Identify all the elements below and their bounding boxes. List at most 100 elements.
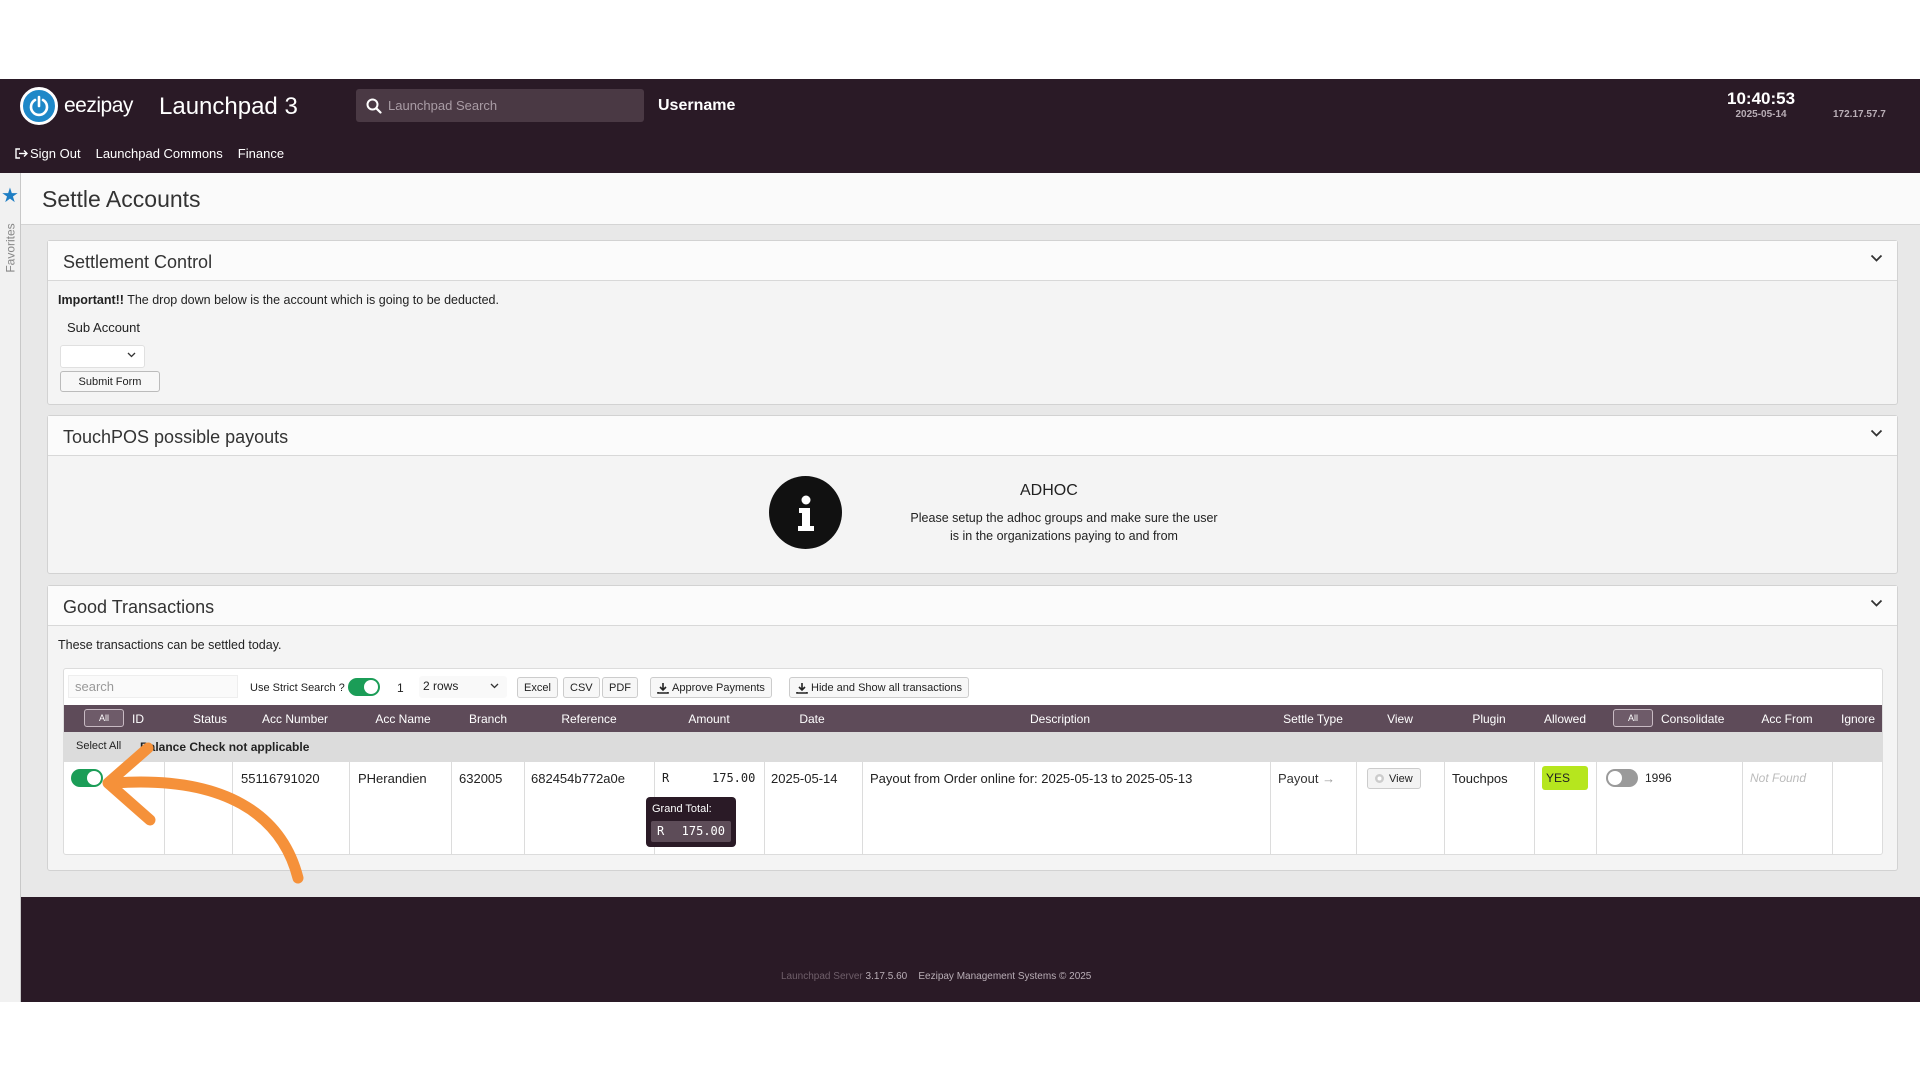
col-status[interactable]: Status: [180, 712, 240, 726]
export-excel-button[interactable]: Excel: [517, 677, 558, 698]
settle-type-label: Payout: [1278, 771, 1319, 786]
column-divider: [1270, 762, 1271, 854]
col-reference[interactable]: Reference: [524, 712, 654, 726]
launchpad-search-input[interactable]: [388, 98, 628, 113]
touchpos-panel: TouchPOS possible payouts ADHOC Please s…: [47, 415, 1898, 574]
col-view[interactable]: View: [1356, 712, 1444, 726]
export-csv-button[interactable]: CSV: [563, 677, 600, 698]
column-divider: [1444, 762, 1445, 854]
col-amount[interactable]: Amount: [654, 712, 764, 726]
col-settle-type[interactable]: Settle Type: [1270, 712, 1356, 726]
sign-out-icon: [15, 148, 28, 159]
chevron-down-icon[interactable]: [1870, 254, 1883, 263]
consolidate-all-pill[interactable]: All: [1613, 709, 1653, 727]
cell-plugin: Touchpos: [1452, 771, 1508, 786]
panel-title: Good Transactions: [63, 597, 215, 617]
adhoc-title: ADHOC: [1020, 482, 1078, 499]
info-icon: [769, 476, 842, 549]
approve-payments-button[interactable]: Approve Payments: [650, 677, 772, 698]
page-number: 1: [397, 681, 404, 695]
col-plugin[interactable]: Plugin: [1444, 712, 1534, 726]
sub-account-select[interactable]: [60, 345, 145, 368]
col-allowed[interactable]: Allowed: [1534, 712, 1596, 726]
column-divider: [1742, 762, 1743, 854]
column-divider: [862, 762, 863, 854]
column-divider: [764, 762, 765, 854]
footer-text: Launchpad Server 3.17.5.60 Eezipay Manag…: [781, 971, 1091, 982]
cell-reference: 682454b772a0e: [531, 771, 625, 786]
col-acc-name[interactable]: Acc Name: [350, 712, 456, 726]
allowed-badge: YES: [1542, 766, 1588, 790]
cell-currency: R: [662, 771, 670, 785]
export-pdf-button[interactable]: PDF: [602, 677, 638, 698]
col-acc-number[interactable]: Acc Number: [235, 712, 355, 726]
grand-total-value: 175.00: [681, 824, 725, 838]
row-select-toggle[interactable]: [71, 769, 103, 787]
rows-per-page-select[interactable]: 2 rows: [419, 676, 507, 698]
page-title-bar: Settle Accounts: [21, 173, 1920, 225]
search-icon: [366, 98, 382, 114]
cell-date: 2025-05-14: [771, 771, 838, 786]
sub-account-label: Sub Account: [67, 320, 140, 335]
column-divider: [1596, 762, 1597, 854]
arrow-right-icon: →: [1322, 771, 1336, 786]
col-id[interactable]: ID: [132, 712, 144, 726]
group-label: Balance Check not applicable: [140, 740, 310, 754]
username[interactable]: Username: [658, 97, 735, 115]
top-nav: Sign Out Launchpad Commons Finance: [15, 146, 284, 161]
favorites-rail[interactable]: ★ Favorites: [0, 173, 21, 1002]
launchpad-search[interactable]: [356, 89, 644, 122]
column-divider: [1356, 762, 1357, 854]
touchpos-header[interactable]: TouchPOS possible payouts: [48, 416, 1897, 456]
cell-amount: 175.00: [712, 771, 756, 785]
strict-search-toggle[interactable]: [348, 678, 380, 696]
footer-server-label: Launchpad Server: [781, 971, 863, 982]
view-button[interactable]: View: [1367, 768, 1421, 789]
cell-acc-number: 55116791020: [241, 771, 320, 786]
column-divider: [1534, 762, 1535, 854]
good-transactions-note: These transactions can be settled today.: [58, 638, 282, 652]
select-all-pill[interactable]: All: [84, 709, 124, 727]
view-label: View: [1389, 772, 1413, 785]
col-branch[interactable]: Branch: [452, 712, 524, 726]
table-row[interactable]: 55116791020 PHerandien 632005 682454b772…: [64, 762, 1882, 854]
column-divider: [451, 762, 452, 854]
chevron-down-icon[interactable]: [1870, 429, 1883, 438]
select-all-link[interactable]: Select All: [76, 740, 121, 752]
download-icon: [657, 682, 669, 694]
column-divider: [349, 762, 350, 854]
app-title: Launchpad 3: [159, 93, 298, 120]
hide-show-transactions-button[interactable]: Hide and Show all transactions: [789, 677, 970, 698]
column-divider: [1832, 762, 1833, 854]
col-date[interactable]: Date: [764, 712, 860, 726]
favorites-label: Favorites: [3, 223, 18, 273]
cell-branch: 632005: [459, 771, 503, 786]
nav-finance[interactable]: Finance: [238, 146, 284, 161]
nav-sign-out[interactable]: Sign Out: [15, 146, 81, 161]
column-divider: [524, 762, 525, 854]
table-search-input[interactable]: [68, 675, 238, 698]
approve-payments-label: Approve Payments: [672, 681, 765, 694]
consolidate-toggle[interactable]: [1606, 769, 1638, 787]
col-consolidate[interactable]: Consolidate: [1661, 712, 1724, 726]
star-icon[interactable]: ★: [1, 183, 19, 208]
important-text: The drop down below is the account which…: [123, 293, 499, 307]
panel-title: TouchPOS possible payouts: [63, 427, 289, 447]
col-acc-from[interactable]: Acc From: [1742, 712, 1832, 726]
cell-acc-from: Not Found: [1750, 771, 1807, 785]
chevron-down-icon: [127, 352, 136, 358]
chevron-down-icon[interactable]: [1870, 599, 1883, 608]
good-transactions-panel: Good Transactions These transactions can…: [47, 585, 1898, 871]
nav-launchpad-commons[interactable]: Launchpad Commons: [96, 146, 223, 161]
clock-time: 10:40:53: [1727, 89, 1796, 108]
table-toolbar: Use Strict Search ? 1 2 rows Excel CSV P…: [64, 669, 1882, 705]
toggle-knob: [364, 680, 378, 694]
grand-total-label: Grand Total:: [652, 803, 712, 815]
submit-form-button[interactable]: Submit Form: [60, 371, 160, 392]
settlement-control-header[interactable]: Settlement Control: [48, 241, 1897, 281]
grand-total-currency: R: [657, 824, 665, 838]
col-description[interactable]: Description: [860, 712, 1260, 726]
good-transactions-header[interactable]: Good Transactions: [48, 586, 1897, 626]
col-ignore[interactable]: Ignore: [1832, 712, 1884, 726]
brand-logo[interactable]: eezipay: [20, 87, 133, 125]
